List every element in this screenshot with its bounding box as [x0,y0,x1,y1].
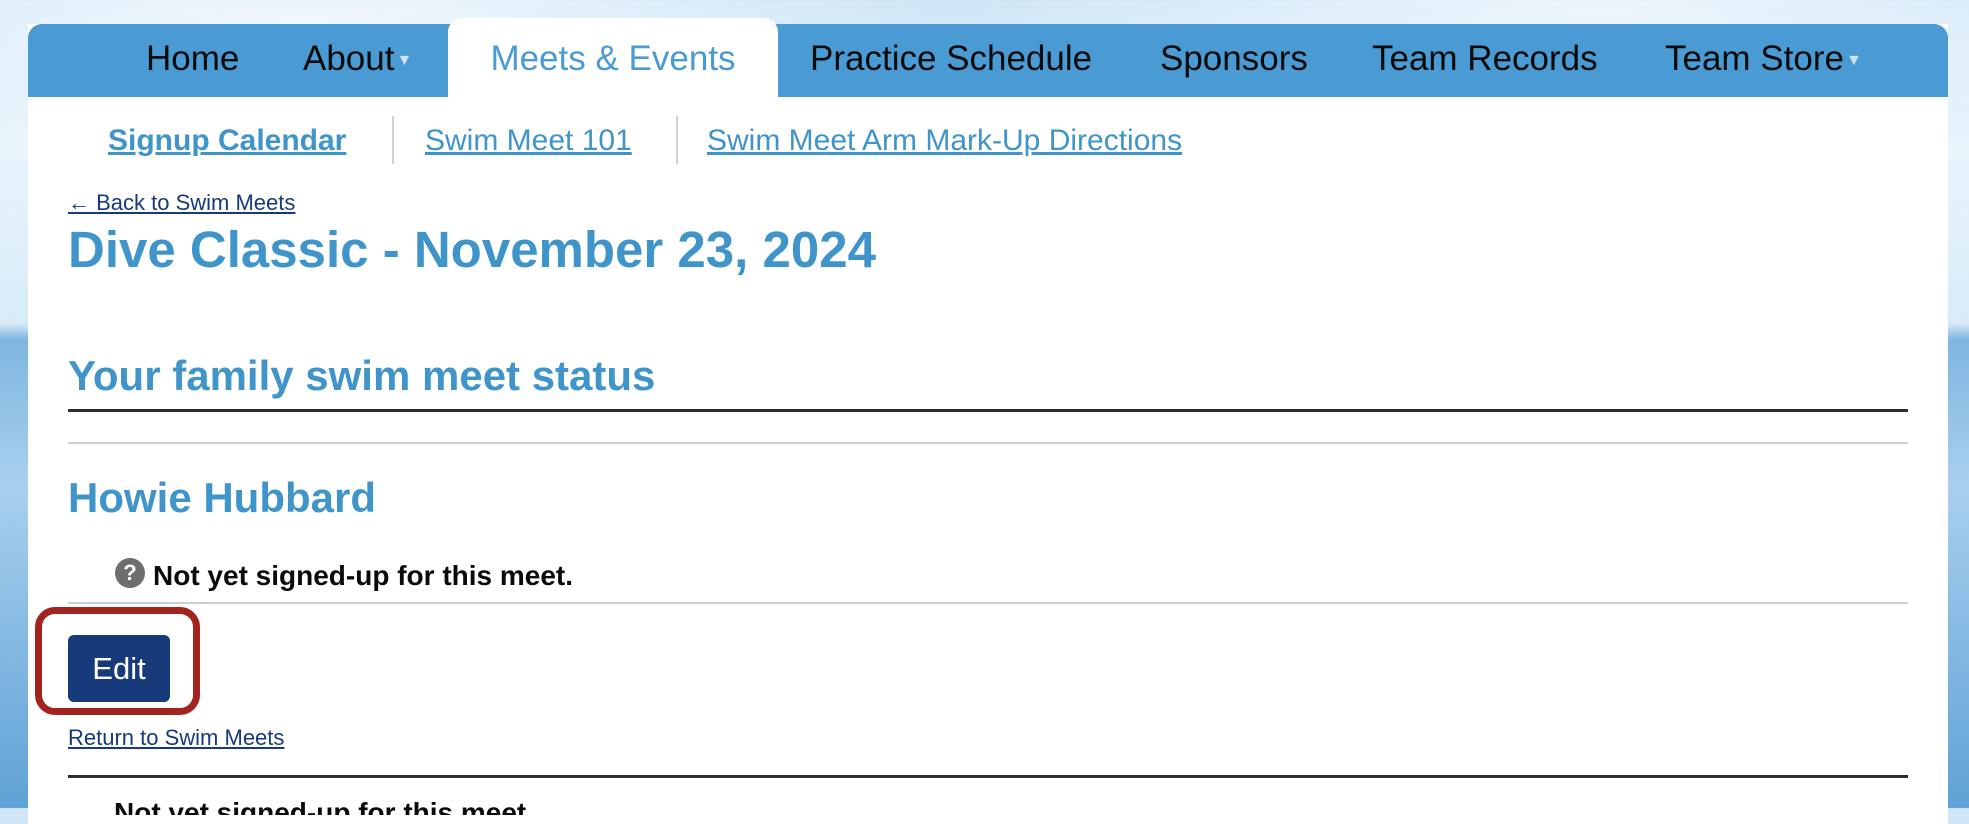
edit-button[interactable]: Edit [68,635,170,702]
subnav-signup-calendar[interactable]: Signup Calendar [108,116,346,166]
subnav-divider [392,116,394,164]
nav-item-practice-schedule[interactable]: Practice Schedule [810,24,1092,97]
divider [68,442,1908,444]
chevron-down-icon: ▼ [1845,51,1862,69]
status-text: Not yet signed-up for this meet. [153,560,574,591]
nav-item-sponsors[interactable]: Sponsors [1160,24,1308,97]
chevron-down-icon: ▼ [396,51,413,69]
family-status-heading: Your family swim meet status [68,352,656,399]
subnav-arm-markup-directions[interactable]: Swim Meet Arm Mark-Up Directions [707,116,1182,166]
main-navigation: Home About ▼ Meets & Events Practice Sche… [28,18,1948,97]
nav-item-team-records[interactable]: Team Records [1372,24,1598,97]
question-circle-icon: ? [115,558,145,588]
back-to-swim-meets-link[interactable]: ← Back to Swim Meets [68,190,295,216]
divider [68,602,1908,604]
nav-item-home[interactable]: Home [146,24,239,97]
nav-item-team-store-label: Team Store [1665,39,1844,78]
member-name: Howie Hubbard [68,474,377,521]
page-container: Home About ▼ Meets & Events Practice Sche… [28,18,1948,824]
return-to-swim-meets-link[interactable]: Return to Swim Meets [68,725,284,751]
nav-item-meets-events[interactable]: Meets & Events [448,18,778,97]
nav-item-about[interactable]: About ▼ [303,24,412,97]
subnav-divider [676,116,678,164]
subnav-swim-meet-101[interactable]: Swim Meet 101 [425,116,632,166]
section-divider [68,409,1908,412]
nav-item-team-store[interactable]: Team Store ▼ [1665,24,1862,97]
member-status: ? Not yet signed-up for this meet. [115,558,574,594]
nav-item-about-label: About [303,39,395,78]
status-text-cutoff: Not yet signed-up for this meet. [114,797,535,815]
page-title: Dive Classic - November 23, 2024 [68,221,876,278]
section-divider [68,775,1908,778]
